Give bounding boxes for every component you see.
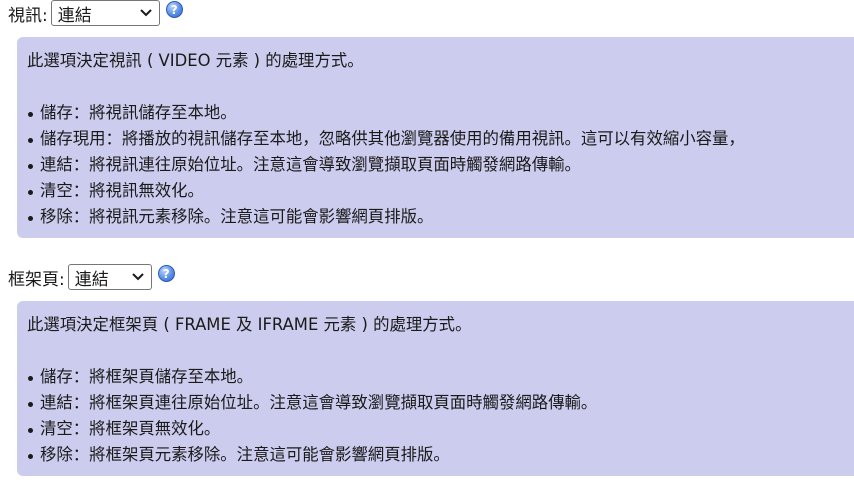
list-item: 連結：將視訊連往原始位址。注意這會導致瀏覽擷取頁面時觸發網路傳輸。 [27, 152, 854, 178]
list-item: 移除：將框架頁元素移除。注意這可能會影響網頁排版。 [27, 442, 854, 468]
list-item: 連結：將框架頁連往原始位址。注意這會導致瀏覽擷取頁面時觸發網路傳輸。 [27, 390, 854, 416]
video-option-row: 視訊: 連結 ? [8, 0, 183, 26]
video-help-box: 此選項決定視訊 ( VIDEO 元素 ) 的處理方式。 儲存：將視訊儲存至本地。… [17, 37, 854, 238]
video-description: 此選項決定視訊 ( VIDEO 元素 ) 的處理方式。 [27, 51, 364, 70]
frame-help-box: 此選項決定框架頁 ( FRAME 及 IFRAME 元素 ) 的處理方式。 儲存… [17, 301, 854, 476]
help-icon[interactable]: ? [157, 264, 175, 282]
chevron-down-icon [140, 9, 152, 17]
frame-option-list: 儲存：將框架頁儲存至本地。 連結：將框架頁連往原始位址。注意這會導致瀏覽擷取頁面… [27, 364, 854, 468]
list-item: 儲存：將視訊儲存至本地。 [27, 100, 854, 126]
frame-select-value: 連結 [74, 269, 109, 290]
video-select[interactable]: 連結 [50, 0, 160, 26]
list-item: 移除：將視訊元素移除。注意這可能會影響網頁排版。 [27, 204, 854, 230]
frame-option-row: 框架頁: 連結 ? [8, 264, 175, 290]
video-label: 視訊: [8, 5, 48, 26]
frame-label: 框架頁: [8, 269, 65, 290]
video-select-value: 連結 [57, 5, 92, 26]
help-icon[interactable]: ? [165, 0, 183, 18]
list-item: 清空：將框架頁無效化。 [27, 416, 854, 442]
frame-select[interactable]: 連結 [67, 264, 152, 290]
list-item: 儲存：將框架頁儲存至本地。 [27, 364, 854, 390]
frame-description: 此選項決定框架頁 ( FRAME 及 IFRAME 元素 ) 的處理方式。 [27, 315, 472, 334]
list-item: 清空：將視訊無效化。 [27, 178, 854, 204]
list-item: 儲存現用：將播放的視訊儲存至本地，忽略供其他瀏覽器使用的備用視訊。這可以有效縮小… [27, 126, 854, 152]
video-option-list: 儲存：將視訊儲存至本地。 儲存現用：將播放的視訊儲存至本地，忽略供其他瀏覽器使用… [27, 100, 854, 230]
chevron-down-icon [132, 273, 144, 281]
